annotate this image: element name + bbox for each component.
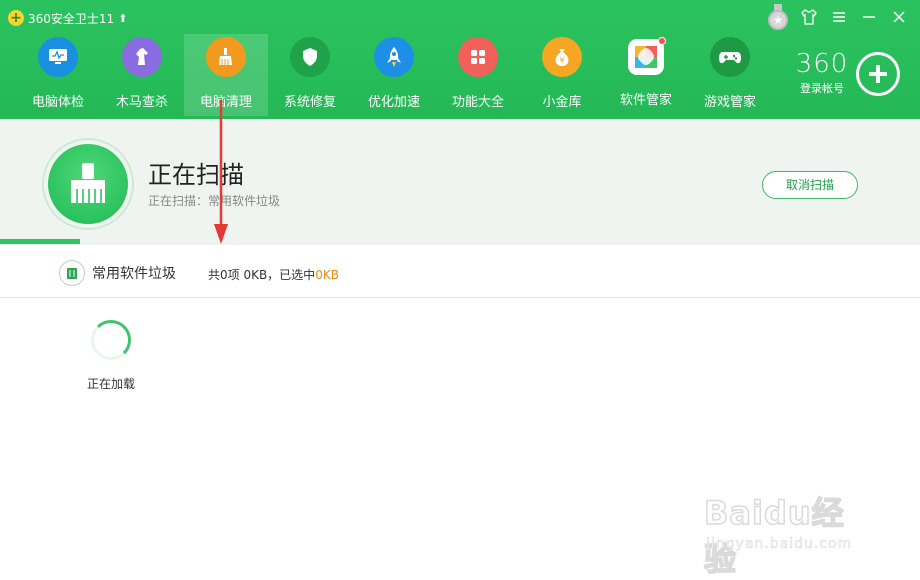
medal-icon[interactable]: ★: [768, 4, 788, 30]
360-logo-icon: +: [8, 10, 24, 26]
main-nav: 电脑体检 木马查杀 电脑清理 系统修复 优化加速 功能大全 ¥ 小金库 软件管家…: [16, 34, 772, 116]
shield-icon: [290, 37, 330, 77]
login-label[interactable]: 登录帐号: [790, 80, 854, 96]
watermark-sub: jingyan.baidu.com: [706, 536, 853, 553]
nav-item-game-manager[interactable]: 游戏管家: [688, 34, 772, 116]
scan-banner: 正在扫描 正在扫描：常用软件垃圾 取消扫描: [0, 119, 920, 245]
nav-label: 电脑体检: [31, 95, 84, 110]
cancel-scan-button[interactable]: 取消扫描: [762, 171, 858, 199]
nav-item-all-features[interactable]: 功能大全: [436, 34, 520, 116]
nav-label: 小金库: [542, 95, 582, 110]
scan-progress-bar: [0, 239, 920, 244]
app-title-text: 360安全卫士11: [28, 11, 115, 26]
category-stats-text: 共0项 0KB，已选中: [208, 268, 316, 282]
category-row[interactable]: 常用软件垃圾 共0项 0KB，已选中0KB: [0, 246, 920, 298]
header-bar: + 360安全卫士11 ⬆ ★ 电脑体检 木马查杀 电脑清理 系统修复 优化加速…: [0, 0, 920, 119]
category-name: 常用软件垃圾: [92, 266, 176, 282]
close-icon[interactable]: [890, 8, 908, 26]
nav-label: 功能大全: [451, 95, 504, 110]
nav-label: 木马查杀: [115, 95, 168, 110]
loading-text: 正在加载: [87, 377, 136, 391]
nav-item-speedup[interactable]: 优化加速: [352, 34, 436, 116]
up-arrow-icon[interactable]: ⬆: [118, 12, 127, 25]
notification-dot: [658, 37, 666, 45]
menu-icon[interactable]: [830, 8, 848, 26]
nav-label: 游戏管家: [703, 95, 756, 110]
app-title: + 360安全卫士11 ⬆: [8, 9, 127, 27]
horse-icon: [122, 37, 162, 77]
monitor-check-icon: [38, 37, 78, 77]
money-bag-icon: ¥: [542, 37, 582, 77]
selected-size: 0KB: [315, 268, 339, 282]
scan-title: 正在扫描: [148, 161, 244, 189]
red-annotation-arrow-icon: [214, 100, 228, 244]
nav-label: 软件管家: [619, 93, 672, 108]
nav-item-trojan-scan[interactable]: 木马查杀: [100, 34, 184, 116]
skin-shirt-icon[interactable]: [800, 8, 818, 26]
brand-360-text: 360: [795, 49, 849, 79]
gamepad-icon: [710, 37, 750, 77]
broom-icon: [48, 144, 128, 224]
broom-icon: [206, 37, 246, 77]
minimize-icon[interactable]: [860, 8, 878, 26]
nav-item-pc-checkup[interactable]: 电脑体检: [16, 34, 100, 116]
nav-label: 优化加速: [367, 95, 420, 110]
nav-label: 系统修复: [283, 95, 336, 110]
software-box-icon: [628, 37, 666, 75]
grid-apps-icon: [458, 37, 498, 77]
svg-text:¥: ¥: [559, 56, 564, 65]
nav-item-software-manager[interactable]: 软件管家: [604, 34, 688, 116]
baidu-watermark: Baidu经验 jingyan.baidu.com: [703, 488, 874, 579]
rocket-icon: [374, 37, 414, 77]
account-area[interactable]: 360 登录帐号: [790, 50, 854, 96]
category-stats: 共0项 0KB，已选中0KB: [208, 266, 339, 283]
add-plus-button[interactable]: [856, 52, 900, 96]
loading-spinner-icon: [91, 320, 131, 360]
watermark-main: Baidu经验: [703, 493, 845, 579]
nav-item-system-repair[interactable]: 系统修复: [268, 34, 352, 116]
window-controls: ★: [768, 4, 908, 30]
trash-bin-icon: [59, 260, 85, 286]
nav-item-vault[interactable]: ¥ 小金库: [520, 34, 604, 116]
scan-progress-fill: [0, 239, 81, 244]
